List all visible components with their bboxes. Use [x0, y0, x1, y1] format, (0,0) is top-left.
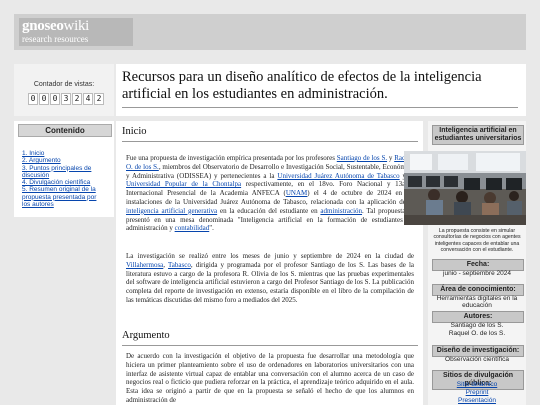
autor-2: Raquel O. de los S.	[448, 330, 506, 337]
logo-tagline: research resources	[22, 34, 89, 44]
diseno-value: Observación científica	[445, 356, 509, 363]
toc-link[interactable]: 1. Inicio	[22, 150, 44, 157]
link-ujat[interactable]: Universidad Juárez Autónoma de Tabasco	[277, 172, 399, 180]
counter-digit: 2	[94, 93, 104, 105]
toc-link[interactable]: 4. Divulgación científica	[22, 179, 90, 186]
link-tabasco[interactable]: Tabasco	[168, 261, 191, 269]
divider	[122, 107, 518, 108]
counter-digit: 2	[72, 93, 82, 105]
link-preprint[interactable]: Preprint	[466, 389, 489, 396]
view-counter-label: Contador de vistas:	[33, 81, 95, 88]
counter-digit: 0	[39, 93, 49, 105]
view-counter: Contador de vistas: 0 0 0 3 2 4 2	[14, 64, 114, 116]
toc-item-argumento: 2. Argumento	[22, 157, 102, 164]
paragraph-inicio-2: La investigación se realizó entre los me…	[126, 252, 414, 304]
table-of-contents: Contenido 1. Inicio 2. Argumento 3. Punt…	[14, 121, 114, 217]
paragraph-argumento-1: De acuerdo con la investigación el objet…	[126, 352, 414, 404]
page-title: Recursos para un diseño analítico de efe…	[122, 69, 482, 102]
link-unam[interactable]: UNAM	[286, 189, 307, 197]
view-counter-digits: 0 0 0 3 2 4 2	[28, 93, 104, 105]
autor-1: Santiago de los S.	[450, 322, 504, 329]
toc-list: 1. Inicio 2. Argumento 3. Puntos princip…	[18, 150, 102, 208]
image-caption: La propuesta consiste en simular consult…	[433, 228, 521, 254]
paragraph-inicio-1: Fue una propuesta de investigación empír…	[126, 154, 415, 233]
link-villahermosa[interactable]: Villahermosa	[126, 261, 163, 269]
toc-item-inicio: 1. Inicio	[22, 150, 102, 157]
toc-item-puntos: 3. Puntos principales de discusión	[22, 165, 102, 180]
toc-item-resumen: 5. Resumen original de la propuesta pres…	[22, 186, 102, 208]
link-contabilidad[interactable]: contabilidad	[175, 224, 210, 232]
link-presentacion[interactable]: Presentación	[458, 397, 496, 404]
divider	[122, 345, 418, 346]
section-title-inicio: Inicio	[122, 126, 147, 137]
classroom-photo	[404, 151, 526, 225]
toc-item-divulgacion: 4. Divulgación científica	[22, 179, 102, 186]
link-sitio-dinamico[interactable]: Sitio dinámico	[457, 381, 497, 388]
link-santiago[interactable]: Santiago de los S.	[337, 154, 387, 162]
counter-digit: 4	[83, 93, 93, 105]
fecha-value: junio - septiembre 2024	[443, 270, 511, 277]
counter-digit: 0	[28, 93, 38, 105]
toc-link[interactable]: 2. Argumento	[22, 157, 61, 164]
sidebar-box-title: Inteligencia artificial en estudiantes u…	[432, 125, 524, 145]
logo-main-bold: gnoseo	[22, 18, 64, 34]
toc-heading: Contenido	[18, 124, 112, 137]
toc-link[interactable]: 3. Puntos principales de discusión	[22, 165, 91, 179]
area-value: Herramientas digitales en la educación	[436, 295, 518, 310]
link-upch[interactable]: Universidad Popular de la Chontalpa	[126, 180, 241, 188]
main-content: Inicio Fue una propuesta de investigació…	[116, 121, 423, 405]
site-logo[interactable]: gnoseowiki research resources	[19, 18, 133, 46]
counter-digit: 3	[61, 93, 71, 105]
link-ia-generativa[interactable]: inteligencia artificial generativa	[126, 207, 217, 215]
section-title-argumento: Argumento	[122, 330, 170, 341]
page-title-box: Recursos para un diseño analítico de efe…	[116, 64, 526, 116]
logo-main-thin: wiki	[63, 18, 90, 34]
divider	[122, 141, 418, 142]
toc-link[interactable]: 5. Resumen original de la propuesta pres…	[22, 186, 96, 208]
counter-digit: 0	[50, 93, 60, 105]
link-administracion[interactable]: administración	[320, 207, 362, 215]
